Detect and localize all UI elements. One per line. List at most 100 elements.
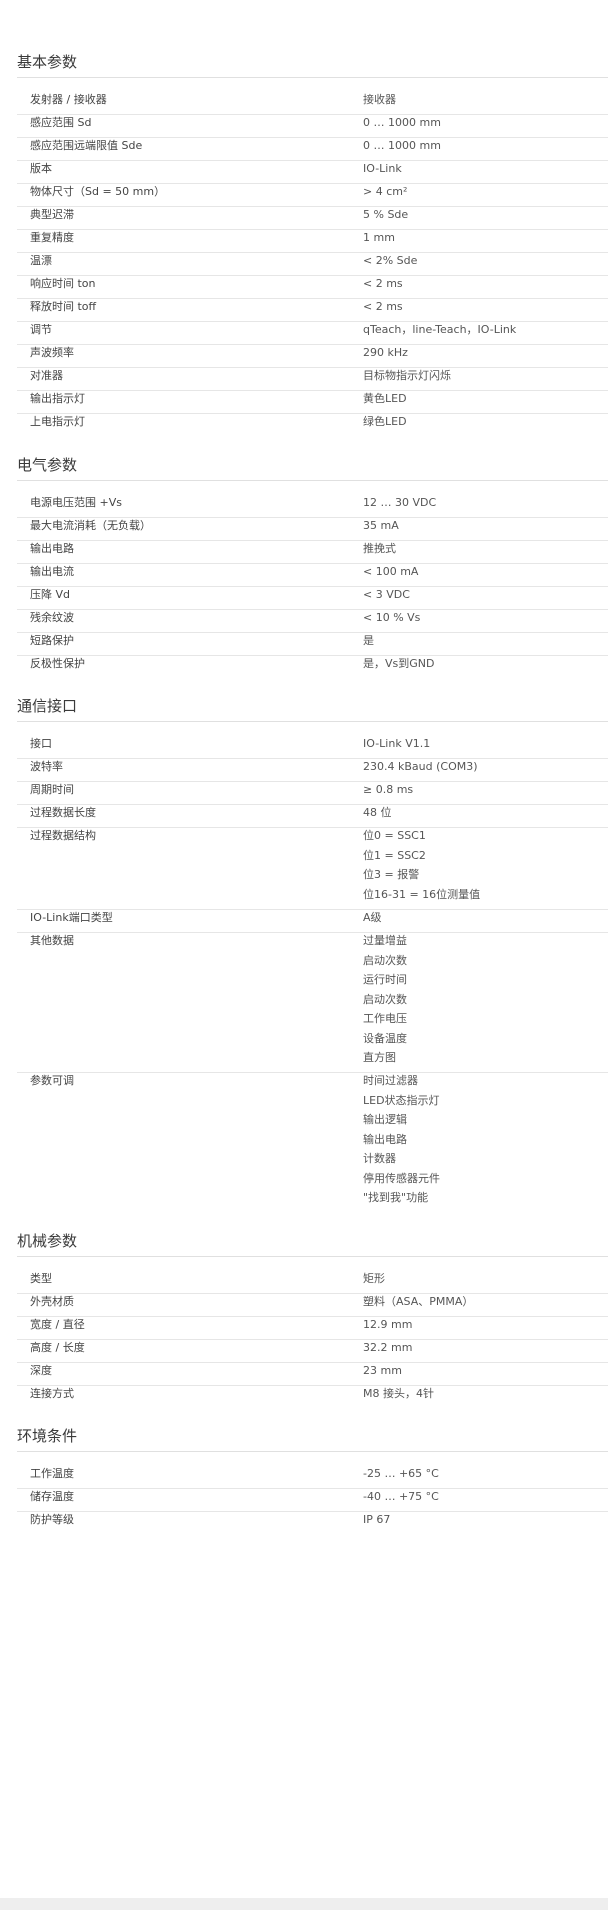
spec-label: 响应时间 ton (30, 277, 96, 290)
spec-row: 其他数据 过量增益 启动次数 运行时间 启动次数 工作电压 设备温度 直方图 (17, 932, 608, 1073)
spec-label: 重复精度 (30, 231, 74, 244)
section-title: 机械参数 (17, 1232, 78, 1250)
spec-values: 接收器 (363, 93, 396, 107)
spec-values: 12.9 mm (363, 1318, 412, 1332)
spec-value: qTeach，line-Teach，IO-Link (363, 323, 517, 336)
spec-label: 过程数据长度 (30, 806, 96, 819)
spec-label: 最大电流消耗（无负载） (30, 519, 151, 532)
spec-value: 时间过滤器 (363, 1074, 418, 1087)
spec-row: 高度 / 长度 32.2 mm (17, 1339, 608, 1363)
spec-value: 接收器 (363, 93, 396, 106)
spec-values: 矩形 (363, 1272, 385, 1286)
spec-row: 工作温度 -25 … +65 °C (17, 1465, 608, 1489)
spec-value: 启动次数 (363, 992, 407, 1006)
spec-values: 290 kHz (363, 346, 408, 360)
section-divider (17, 721, 608, 722)
spec-row: IO-Link端口类型 A级 (17, 909, 608, 933)
spec-value: 目标物指示灯闪烁 (363, 369, 451, 382)
spec-label: 类型 (30, 1272, 52, 1285)
spec-values: < 2% Sde (363, 254, 417, 268)
spec-label: 参数可调 (30, 1074, 74, 1087)
spec-values: 绿色LED (363, 415, 407, 429)
spec-values: 推挽式 (363, 542, 396, 556)
spec-row: 输出电流 < 100 mA (17, 563, 608, 587)
spec-label: 连接方式 (30, 1387, 74, 1400)
spec-row: 释放时间 toff < 2 ms (17, 298, 608, 322)
spec-label: 电源电压范围 +Vs (30, 496, 122, 509)
spec-value: 塑料（ASA、PMMA） (363, 1295, 474, 1308)
spec-label: 短路保护 (30, 634, 74, 647)
spec-value: 运行时间 (363, 973, 407, 986)
spec-row: 输出指示灯 黄色LED (17, 390, 608, 414)
spec-values: 23 mm (363, 1364, 402, 1378)
spec-label: 上电指示灯 (30, 415, 85, 428)
spec-values: IO-Link (363, 162, 402, 176)
spec-label: 物体尺寸（Sd = 50 mm） (30, 185, 166, 198)
spec-values: < 3 VDC (363, 588, 410, 602)
spec-value: < 10 % Vs (363, 611, 421, 624)
spec-row: 连接方式 M8 接头，4针 (17, 1385, 608, 1408)
spec-row: 反极性保护 是，Vs到GND (17, 655, 608, 678)
spec-value: 230.4 kBaud (COM3) (363, 760, 478, 773)
spec-value: 12.9 mm (363, 1318, 413, 1331)
spec-value: 工作电压 (363, 1012, 407, 1025)
spec-label: 释放时间 toff (30, 300, 97, 313)
spec-row: 版本 IO-Link (17, 160, 608, 184)
spec-value: < 2% Sde (363, 254, 418, 267)
spec-label: 版本 (30, 162, 52, 175)
spec-label: 储存温度 (30, 1490, 74, 1503)
spec-label: 外壳材质 (30, 1295, 74, 1308)
spec-label: 感应范围远端限值 Sde (30, 139, 143, 152)
spec-value: 矩形 (363, 1272, 385, 1285)
spec-value: > 4 cm² (363, 185, 408, 198)
spec-row: 接口 IO-Link V1.1 (17, 735, 608, 759)
spec-label: 深度 (30, 1364, 52, 1377)
spec-values: 12 … 30 VDC (363, 496, 436, 510)
section-divider (17, 1451, 608, 1452)
spec-values: 是，Vs到GND (363, 657, 434, 671)
spec-values: 48 位 (363, 806, 392, 820)
spec-values: A级 (363, 911, 382, 925)
spec-value: < 3 VDC (363, 588, 410, 601)
spec-value: 位16-31 = 16位测量值 (363, 887, 481, 901)
spec-row: 输出电路 推挽式 (17, 540, 608, 564)
spec-row: 声波频率 290 kHz (17, 344, 608, 368)
spec-values: 目标物指示灯闪烁 (363, 369, 451, 383)
spec-value: 12 … 30 VDC (363, 496, 437, 509)
spec-row: 压降 Vd < 3 VDC (17, 586, 608, 610)
spec-value: 位1 = SSC2 (363, 848, 426, 862)
spec-values: qTeach，line-Teach，IO-Link (363, 323, 516, 337)
spec-value: -25 … +65 °C (363, 1467, 439, 1480)
spec-values: 时间过滤器 LED状态指示灯 输出逻辑 输出电路 计数器 停用传感器元件 "找到我"功能 (363, 1074, 440, 1205)
spec-value: < 2 ms (363, 277, 403, 290)
spec-values: 35 mA (363, 519, 399, 533)
spec-label: 接口 (30, 737, 52, 750)
spec-value: 位0 = SSC1 (363, 829, 426, 842)
spec-row: 感应范围 Sd 0 … 1000 mm (17, 114, 608, 138)
spec-values: -40 … +75 °C (363, 1490, 439, 1504)
spec-values: > 4 cm² (363, 185, 407, 199)
spec-value: 黄色LED (363, 392, 407, 405)
spec-values: 5 % Sde (363, 208, 408, 222)
spec-label: 工作温度 (30, 1467, 74, 1480)
spec-value: < 100 mA (363, 565, 419, 578)
spec-label: 输出电流 (30, 565, 74, 578)
spec-label: 对准器 (30, 369, 63, 382)
spec-value: < 2 ms (363, 300, 403, 313)
spec-row: 宽度 / 直径 12.9 mm (17, 1316, 608, 1340)
spec-row: 过程数据结构 位0 = SSC1 位1 = SSC2 位3 = 报警 位16-31 = … (17, 827, 608, 910)
spec-value: M8 接头，4针 (363, 1387, 434, 1400)
section-title: 通信接口 (17, 697, 78, 715)
spec-row: 典型迟滞 5 % Sde (17, 206, 608, 230)
spec-values: -25 … +65 °C (363, 1467, 439, 1481)
spec-value: 停用传感器元件 (363, 1171, 440, 1185)
spec-value: 启动次数 (363, 953, 407, 967)
spec-value: ≥ 0.8 ms (363, 783, 414, 796)
spec-label: 压降 Vd (30, 588, 71, 601)
spec-value: 计数器 (363, 1152, 396, 1165)
spec-row: 温漂 < 2% Sde (17, 252, 608, 276)
section-title: 电气参数 (17, 456, 78, 474)
spec-value: 是 (363, 634, 374, 647)
spec-values: 位0 = SSC1 位1 = SSC2 位3 = 报警 位16-31 = 16位测量值 (363, 829, 480, 902)
section-divider (17, 480, 608, 481)
